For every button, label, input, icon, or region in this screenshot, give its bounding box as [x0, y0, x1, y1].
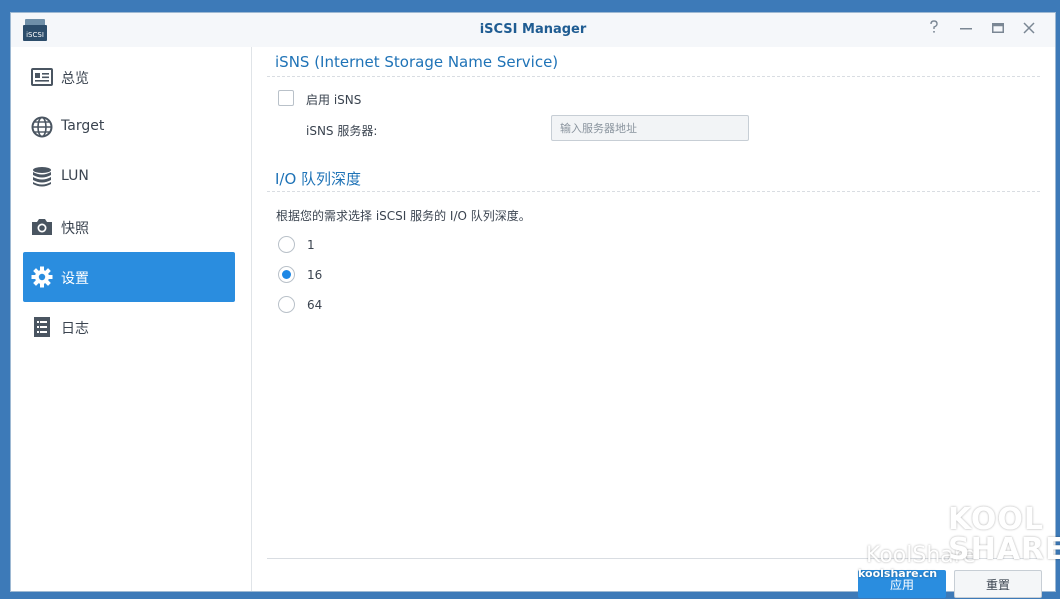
enable-isns-checkbox[interactable] — [278, 90, 294, 106]
minimize-icon — [960, 28, 972, 30]
section-divider — [267, 76, 1040, 77]
isns-server-input[interactable] — [551, 115, 749, 141]
help-icon — [930, 20, 938, 33]
window-title: iSCSI Manager — [479, 22, 587, 37]
queue-depth-radio-64[interactable] — [278, 296, 295, 313]
sidebar-item-label: 日志 — [61, 321, 89, 337]
help-button[interactable] — [924, 20, 944, 40]
isns-server-label: iSNS 服务器: — [306, 124, 378, 138]
sidebar-item-lun[interactable]: LUN — [23, 152, 235, 202]
sidebar-item-label: Target — [61, 118, 105, 134]
footer-divider — [267, 558, 1040, 559]
camera-icon — [32, 219, 52, 235]
sidebar-item-overview[interactable]: 总览 — [23, 52, 235, 102]
queue-section-title: I/O 队列深度 — [275, 170, 362, 188]
sidebar-item-log[interactable]: 日志 — [23, 302, 235, 352]
sidebar-item-label: 总览 — [61, 71, 89, 87]
sidebar-item-target[interactable]: Target — [23, 102, 235, 152]
minimize-button[interactable] — [956, 20, 976, 40]
apply-button[interactable]: 应用 — [858, 570, 946, 598]
section-divider — [267, 191, 1040, 192]
close-icon — [1023, 22, 1035, 34]
title-bar[interactable]: iSCSI iSCSI Manager — [11, 13, 1055, 47]
close-button[interactable] — [1019, 20, 1039, 40]
maximize-button[interactable] — [988, 20, 1008, 40]
settings-panel: iSNS (Internet Storage Name Service) 启用 … — [252, 47, 1055, 598]
log-icon — [34, 317, 50, 337]
sidebar: 总览 Target LUN 快照 设置 日志 — [11, 47, 252, 591]
maximize-icon — [992, 23, 1004, 33]
sidebar-item-label: 快照 — [61, 221, 89, 237]
reset-button[interactable]: 重置 — [954, 570, 1042, 598]
queue-depth-radio-16[interactable] — [278, 266, 295, 283]
globe-icon — [31, 116, 53, 138]
sidebar-item-settings[interactable]: 设置 — [23, 252, 235, 302]
sidebar-item-label: 设置 — [61, 271, 89, 287]
queue-depth-label-1: 1 — [307, 238, 315, 252]
database-icon — [33, 167, 51, 187]
gear-icon — [31, 266, 53, 288]
queue-description: 根据您的需求选择 iSCSI 服务的 I/O 队列深度。 — [276, 209, 531, 223]
sidebar-item-snapshot[interactable]: 快照 — [23, 202, 235, 252]
queue-depth-label-16: 16 — [307, 268, 323, 282]
queue-depth-label-64: 64 — [307, 298, 323, 312]
iscsi-manager-window: iSCSI iSCSI Manager 总览 Target LUN 快照 设置 … — [10, 12, 1056, 598]
isns-section-title: iSNS (Internet Storage Name Service) — [275, 53, 559, 71]
queue-depth-radio-1[interactable] — [278, 236, 295, 253]
overview-icon — [31, 68, 53, 86]
enable-isns-label: 启用 iSNS — [306, 93, 362, 107]
sidebar-item-label: LUN — [61, 168, 89, 184]
